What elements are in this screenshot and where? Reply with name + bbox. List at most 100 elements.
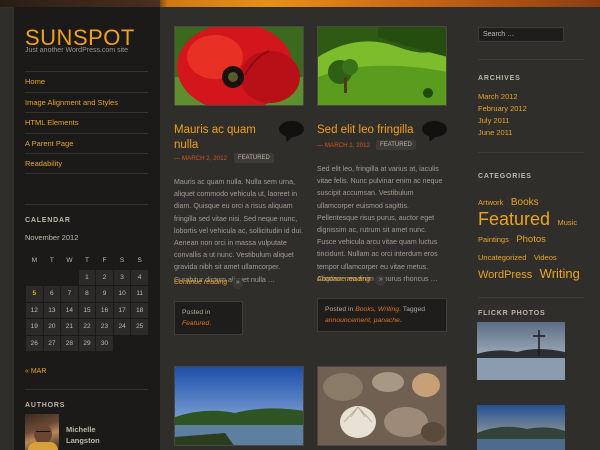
calendar-month: November 2012 (25, 233, 79, 242)
calendar-day[interactable]: 29 (77, 334, 97, 352)
tag-link[interactable]: WordPress (478, 269, 532, 281)
calendar-day[interactable]: 9 (95, 285, 114, 303)
archive-link[interactable]: March 2012 (478, 92, 518, 101)
post-thumbnail-lake[interactable] (174, 366, 304, 446)
calendar-day[interactable]: 7 (60, 285, 79, 303)
calendar-day[interactable]: 5 (25, 285, 44, 303)
calendar-day[interactable]: 28 (60, 334, 79, 352)
tag-link[interactable]: Videos (534, 253, 557, 262)
categories-title: CATEGORIES (478, 173, 532, 180)
period: . (209, 320, 212, 327)
calendar-empty-cell (42, 268, 62, 286)
author-name[interactable]: Michelle Langston (66, 424, 126, 446)
calendar-day[interactable]: 22 (77, 318, 97, 336)
nav-item-parent-page[interactable]: A Parent Page (25, 132, 148, 154)
continue-reading-label[interactable]: Continue reading (174, 279, 227, 286)
tag-link[interactable]: Paintings (478, 236, 509, 245)
calendar-week-row: 1234 (25, 268, 149, 286)
tag-link[interactable]: Artwork (478, 198, 503, 207)
post-thumbnail-hills[interactable] (317, 26, 447, 106)
calendar-weekday: W (66, 256, 73, 264)
nav-item-image-alignment[interactable]: Image Alignment and Styles (25, 91, 148, 113)
period: . (399, 317, 402, 324)
calendar-week-row: 26 27 28 29 30 (25, 334, 149, 352)
calendar-day[interactable]: 30 (95, 334, 114, 352)
calendar-day[interactable]: 12 (25, 301, 44, 319)
left-sidebar: SUNSPOT Just another WordPress.com site … (14, 7, 160, 450)
top-accent-bar (0, 0, 600, 7)
calendar-day[interactable]: 25 (130, 318, 149, 336)
continue-reading-label[interactable]: Continue reading (317, 276, 370, 283)
featured-badge[interactable]: FEATURED (376, 140, 416, 150)
calendar-empty-cell (112, 334, 132, 352)
nav-item-readability[interactable]: Readability (25, 153, 148, 174)
nav-item-home[interactable]: Home (25, 71, 148, 92)
calendar-day[interactable]: 16 (95, 301, 114, 319)
calendar-day[interactable]: 3 (112, 268, 132, 286)
main-nav: Home Image Alignment and Styles HTML Ele… (25, 71, 148, 174)
category-links[interactable]: Books, Writing (355, 306, 399, 313)
calendar-day[interactable]: 20 (42, 318, 62, 336)
calendar-day[interactable]: 21 (60, 318, 79, 336)
calendar-day[interactable]: 26 (25, 334, 44, 352)
calendar-weekday: M (31, 256, 37, 264)
calendar-day[interactable]: 11 (130, 285, 149, 303)
flickr-photo[interactable] (477, 322, 565, 380)
post-date[interactable]: — MARCH 1, 2012 (317, 142, 370, 149)
flickr-photo[interactable] (477, 405, 565, 450)
calendar-day[interactable]: 6 (42, 285, 62, 303)
calendar-day[interactable]: 1 (77, 268, 97, 286)
arrow-right-icon: » (232, 278, 244, 289)
continue-reading-link[interactable]: Continue reading » (174, 278, 244, 289)
calendar-day[interactable]: 19 (25, 318, 44, 336)
calendar-day[interactable]: 10 (112, 285, 132, 303)
post-title[interactable]: Sed elit leo fringilla (317, 123, 417, 138)
calendar-day[interactable]: 2 (95, 268, 114, 286)
post-footer: Posted in Featured. (174, 301, 243, 335)
divider (478, 297, 584, 298)
calendar-prev-link[interactable]: « MAR (25, 368, 46, 375)
tag-link[interactable]: Music (558, 218, 578, 227)
tag-links[interactable]: announcement, panache (325, 317, 400, 324)
tag-link[interactable]: Books (511, 197, 539, 208)
divider (25, 204, 148, 205)
calendar-weekday: S (137, 256, 142, 264)
calendar-day[interactable]: 15 (77, 301, 97, 319)
post-thumbnail-poppy[interactable] (174, 26, 304, 106)
tag-link[interactable]: Featured (478, 209, 550, 230)
calendar-day[interactable]: 8 (77, 285, 97, 303)
archive-link[interactable]: February 2012 (478, 104, 527, 113)
nav-item-html-elements[interactable]: HTML Elements (25, 112, 148, 133)
calendar-title: CALENDAR (25, 217, 71, 224)
calendar-day[interactable]: 14 (60, 301, 79, 319)
post-footer: Posted in Books, Writing. Tagged announc… (317, 298, 447, 332)
search-input[interactable]: Search … (478, 27, 564, 42)
calendar-weekday: T (84, 256, 89, 264)
calendar-day[interactable]: 24 (112, 318, 132, 336)
post-title[interactable]: Mauris ac quam nulla (174, 123, 274, 153)
calendar-day[interactable]: 27 (42, 334, 62, 352)
archive-link[interactable]: June 2011 (478, 128, 512, 137)
comment-bubble-icon[interactable] (279, 121, 304, 137)
authors-title: AUTHORS (25, 402, 66, 409)
comment-bubble-icon[interactable] (422, 121, 447, 137)
author-avatar[interactable] (25, 414, 59, 450)
tag-link[interactable]: Writing (540, 266, 580, 281)
post-thumbnail-shells[interactable] (317, 366, 447, 446)
tag-link[interactable]: Uncategorized (478, 253, 526, 262)
post-date[interactable]: — MARCH 2, 2012 (174, 155, 227, 162)
calendar-week-row: 19 20 21 22 23 24 25 (25, 318, 149, 336)
calendar-empty-cell (60, 268, 79, 286)
tag-link[interactable]: Photos (516, 234, 546, 245)
continue-reading-link[interactable]: Continue reading » (317, 275, 387, 286)
calendar-weekday: F (102, 256, 107, 264)
featured-badge[interactable]: FEATURED (234, 153, 274, 163)
calendar-day[interactable]: 18 (130, 301, 149, 319)
calendar-day[interactable]: 4 (130, 268, 149, 286)
calendar-table: M T W T F S S 1 2 3 4 5 6 7 8 9 10 11 12 13 14 15 16 17 1… (25, 252, 149, 352)
category-link[interactable]: Featured (182, 320, 209, 327)
calendar-day[interactable]: 13 (42, 301, 62, 319)
archive-link[interactable]: July 2011 (478, 116, 510, 125)
calendar-day[interactable]: 23 (95, 318, 114, 336)
calendar-day[interactable]: 17 (112, 301, 132, 319)
